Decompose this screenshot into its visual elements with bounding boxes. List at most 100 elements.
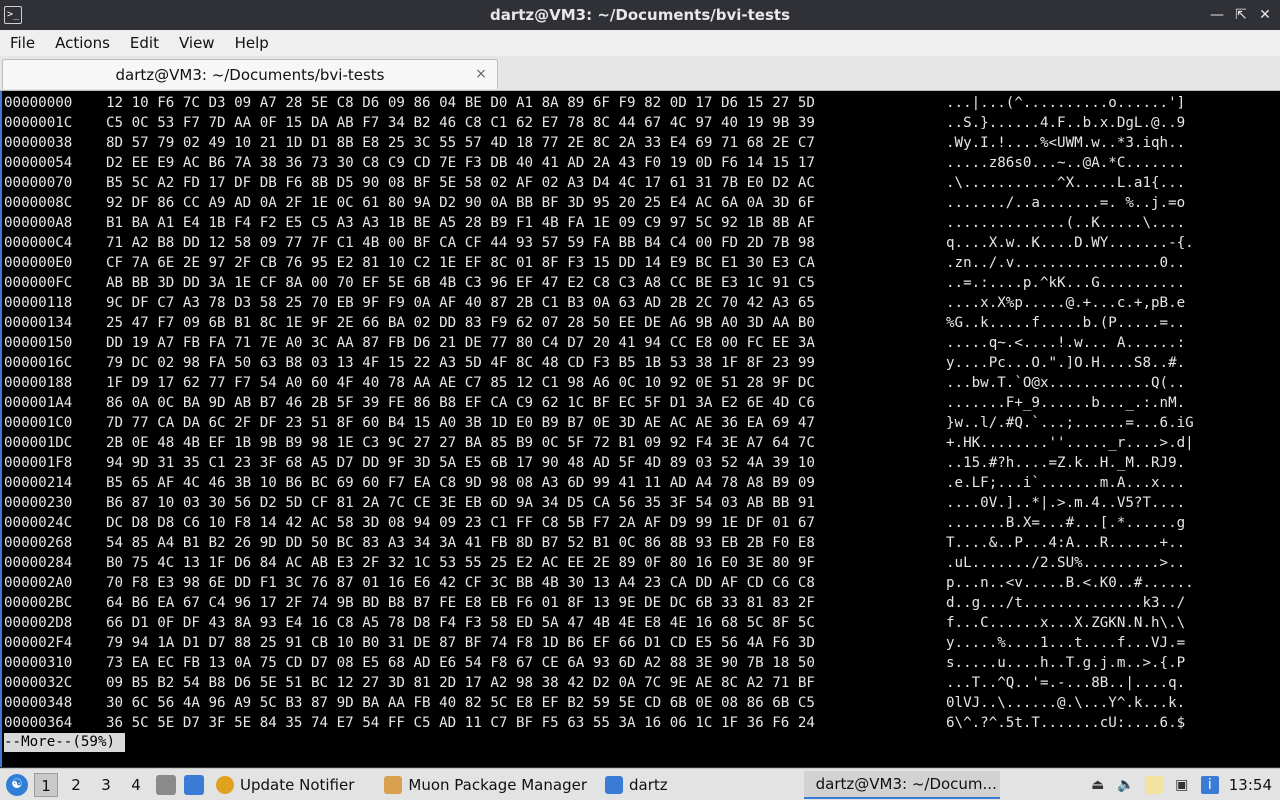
hex-row: 00000188 1F D9 17 62 77 F7 54 A0 60 4F 40…	[4, 373, 1185, 393]
clock: 13:54	[1228, 775, 1272, 794]
hex-ascii: .Wy.I.!....%<UWM.w..*3.iqh..	[946, 135, 1186, 151]
task-dartz-folder[interactable]: dartz	[599, 771, 674, 799]
hex-ascii: y....Pc...O.".]O.H....S8..#.	[946, 355, 1186, 371]
hex-row: 000000FC AB BB 3D DD 3A 1E CF 8A 00 70 EF…	[4, 273, 1185, 293]
hex-bytes: CF 7A 6E 2E 97 2F CB 76 95 E2 81 10 C2 1…	[106, 255, 815, 271]
hex-ascii: .......F+_9......b..._.:.nM.	[946, 395, 1186, 411]
menu-view[interactable]: View	[169, 30, 225, 56]
eject-icon[interactable]: ⏏	[1089, 776, 1107, 794]
info-icon[interactable]: i	[1200, 775, 1219, 794]
hex-address: 00000214	[4, 475, 73, 491]
hex-address: 000001DC	[4, 435, 73, 451]
hex-bytes: 92 DF 86 CC A9 AD 0A 2F 1E 0C 61 80 9A D…	[106, 195, 815, 211]
menu-edit[interactable]: Edit	[120, 30, 169, 56]
task-label: dartz	[628, 775, 668, 794]
hex-address: 00000000	[4, 95, 73, 111]
tab-close-icon[interactable]: ×	[473, 66, 489, 82]
hex-bytes: DC D8 D8 C6 10 F8 14 42 AC 58 3D 08 94 0…	[106, 515, 815, 531]
hex-row: 00000348 30 6C 56 4A 96 A9 5C B3 87 9D BA…	[4, 693, 1185, 713]
hex-ascii: T....&..P...4:A...R......+..	[946, 535, 1186, 551]
terminal-scrollbar[interactable]	[1274, 91, 1280, 767]
hex-ascii: ....0V.]..*|.>.m.4..V5?T....	[946, 495, 1186, 511]
hex-bytes: 73 EA EC FB 13 0A 75 CD D7 08 E5 68 AD E…	[106, 655, 815, 671]
hex-bytes: B5 65 AF 4C 46 3B 10 B6 BC 69 60 F7 EA C…	[106, 475, 815, 491]
task-terminal[interactable]: dartz@VM3: ~/Docum...	[803, 770, 1000, 799]
terminal-app-icon: >_	[4, 6, 22, 24]
hex-row: 000000C4 71 A2 B8 DD 12 58 09 77 7F C1 4B…	[4, 233, 1194, 253]
desktop-launcher-icon[interactable]	[184, 774, 204, 795]
hex-address: 0000008C	[4, 195, 73, 211]
workspace-3[interactable]: 3	[94, 773, 118, 797]
hex-row: 00000054 D2 EE E9 AC B6 7A 38 36 73 30 C8…	[4, 153, 1185, 173]
hex-ascii: ..S.}......4.F..b.x.DgL.@..9	[946, 115, 1186, 131]
hex-address: 0000032C	[4, 675, 73, 691]
hex-address: 000002D8	[4, 615, 73, 631]
hex-bytes: 66 D1 0F DF 43 8A 93 E4 16 C8 A5 78 D8 F…	[106, 615, 815, 631]
hex-row: 000002D8 66 D1 0F DF 43 8A 93 E4 16 C8 A5…	[4, 613, 1185, 633]
hex-bytes: B0 75 4C 13 1F D6 84 AC AB E3 2F 32 1C 5…	[106, 555, 815, 571]
hex-ascii: s.....u....h..T.g.j.m..>.{.P	[946, 655, 1186, 671]
hex-address: 000002F4	[4, 635, 73, 651]
hex-ascii: y.....%....1...t....f...VJ.=	[946, 635, 1186, 651]
hex-ascii: ....x.X%p.....@.+...c.+,pB.e	[946, 295, 1186, 311]
hex-address: 00000188	[4, 375, 73, 391]
system-tray: ⏏ 🔈 ▣ i 13:54	[1089, 769, 1280, 800]
hex-address: 000002BC	[4, 595, 73, 611]
workspace-1[interactable]: 1	[34, 772, 58, 797]
restore-icon[interactable]: ⇱	[1232, 6, 1250, 24]
hex-ascii: p...n..<v.....B.<.K0..#......	[946, 575, 1194, 591]
workspace-2[interactable]: 2	[64, 773, 88, 797]
hex-bytes: 7D 77 CA DA 6C 2F DF 23 51 8F 60 B4 15 A…	[106, 415, 815, 431]
task-muon-package-manager[interactable]: Muon Package Manager	[378, 771, 593, 799]
hex-row: 000001A4 86 0A 0C BA 9D AB B7 46 2B 5F 39…	[4, 393, 1185, 413]
task-update-notifier[interactable]: Update Notifier	[210, 771, 360, 799]
window-controls: — ⇱ ✕	[1208, 6, 1274, 24]
network-icon[interactable]: ▣	[1173, 776, 1191, 794]
start-menu-icon[interactable]: ☯	[6, 773, 28, 796]
minimize-icon[interactable]: —	[1208, 6, 1226, 24]
hex-address: 0000024C	[4, 515, 73, 531]
hex-bytes: B1 BA A1 E4 1B F4 F2 E5 C5 A3 A3 1B BE A…	[106, 215, 815, 231]
hex-address: 000000C4	[4, 235, 73, 251]
hex-ascii: 6\^.?^.5t.T.......cU:....6.$	[946, 715, 1186, 731]
hex-row: 000000E0 CF 7A 6E 2E 97 2F CB 76 95 E2 81…	[4, 253, 1185, 273]
hex-ascii: d..g.../t..............k3../	[946, 595, 1186, 611]
volume-icon[interactable]: 🔈	[1117, 776, 1135, 794]
window-titlebar[interactable]: >_ dartz@VM3: ~/Documents/bvi-tests — ⇱ …	[0, 0, 1280, 30]
close-icon[interactable]: ✕	[1256, 6, 1274, 24]
menubar: File Actions Edit View Help	[0, 30, 1280, 56]
menu-actions[interactable]: Actions	[45, 30, 120, 56]
hex-bytes: 79 DC 02 98 FA 50 63 B8 03 13 4F 15 22 A…	[106, 355, 815, 371]
hex-ascii: ..15.#?h....=Z.k..H._M..RJ9.	[946, 455, 1186, 471]
hex-bytes: 2B 0E 48 4B EF 1B 9B B9 98 1E C3 9C 27 2…	[106, 435, 815, 451]
hex-address: 00000268	[4, 535, 73, 551]
hex-ascii: +.HK........''....._r....>.d|	[946, 435, 1194, 451]
tab-terminal[interactable]: dartz@VM3: ~/Documents/bvi-tests ×	[2, 59, 498, 89]
hex-address: 000000FC	[4, 275, 73, 291]
file-manager-launcher-icon[interactable]	[156, 774, 176, 795]
hex-ascii: ...T..^Q..'=.-...8B..|....q.	[946, 675, 1186, 691]
terminal-output[interactable]: 00000364 36 5C 5E D7 3F 5E 84 35 74 E7 54…	[0, 91, 1280, 767]
hex-ascii: 0lVJ..\......@.\...Y^.k...k.	[946, 695, 1186, 711]
tab-bar: dartz@VM3: ~/Documents/bvi-tests ×	[0, 56, 1280, 91]
menu-file[interactable]: File	[0, 30, 45, 56]
workspace-4[interactable]: 4	[124, 773, 148, 797]
hex-address: 000002A0	[4, 575, 73, 591]
hex-bytes: AB BB 3D DD 3A 1E CF 8A 00 70 EF 5E 6B 4…	[106, 275, 815, 291]
hex-row: 0000008C 92 DF 86 CC A9 AD 0A 2F 1E 0C 61…	[4, 193, 1185, 213]
hex-address: 00000134	[4, 315, 73, 331]
hex-bytes: 86 0A 0C BA 9D AB B7 46 2B 5F 39 FE 86 B…	[106, 395, 815, 411]
hex-address: 00000348	[4, 695, 73, 711]
hex-row: 00000000 12 10 F6 7C D3 09 A7 28 5E C8 D6…	[4, 93, 1185, 113]
clipboard-icon[interactable]	[1144, 775, 1163, 794]
hex-row: 00000310 73 EA EC FB 13 0A 75 CD D7 08 E5…	[4, 653, 1185, 673]
menu-help[interactable]: Help	[225, 30, 279, 56]
hex-ascii: .\...........^X.....L.a1{...	[946, 175, 1186, 191]
hex-row: 0000016C 79 DC 02 98 FA 50 63 B8 03 13 4F…	[4, 353, 1185, 373]
hex-ascii: %G..k.....f.....b.(P.....=..	[946, 315, 1186, 331]
hex-address: 00000070	[4, 175, 73, 191]
hex-row: 000002A0 70 F8 E3 98 6E DD F1 3C 76 87 01…	[4, 573, 1194, 593]
hex-bytes: 25 47 F7 09 6B B1 8C 1E 9F 2E 66 BA 02 D…	[106, 315, 815, 331]
hex-ascii: q....X.w..K....D.WY.......-{.	[946, 235, 1194, 251]
hex-address: 00000364	[4, 715, 73, 731]
